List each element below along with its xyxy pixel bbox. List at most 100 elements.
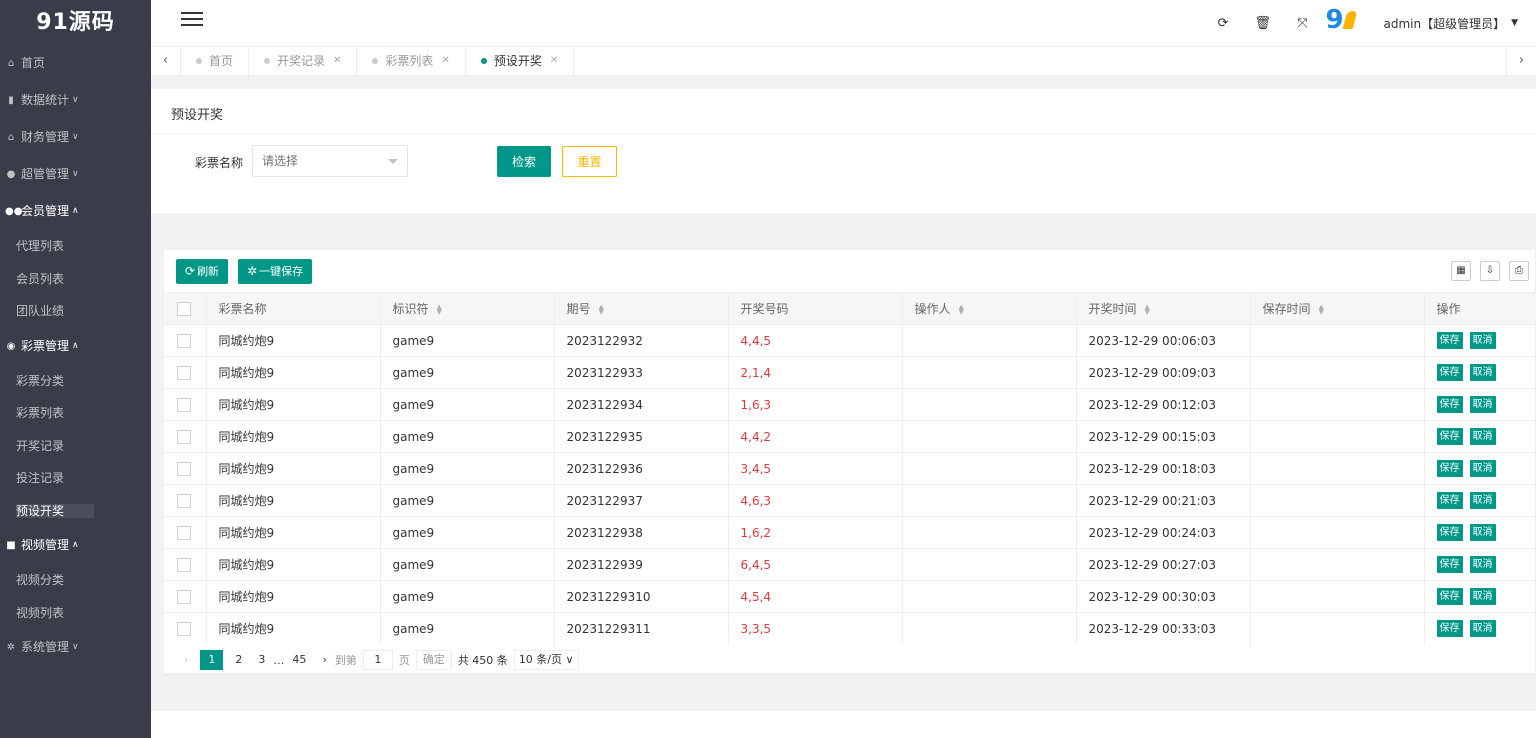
reset-button[interactable]: 重置 (562, 146, 617, 177)
sidebar-item-video-category[interactable]: 视频分类 (0, 564, 151, 597)
row-save-button[interactable]: 保存 (1436, 460, 1463, 477)
close-icon[interactable]: ✕ (333, 46, 341, 76)
row-save-button[interactable]: 保存 (1436, 588, 1463, 605)
sidebar-group-finance[interactable]: ⌂ 财务管理 ∨ (0, 119, 151, 156)
sidebar-group-stats[interactable]: ▮ 数据统计 ∨ (0, 82, 151, 119)
fullscreen-icon[interactable]: ⤧ (1297, 16, 1307, 31)
cell-issue: 2023122937 (554, 484, 729, 517)
cell-actions: 保存 取消 (1424, 420, 1536, 453)
tabs-scroll-right-icon[interactable]: › (1506, 46, 1536, 76)
next-page-icon[interactable]: › (318, 650, 330, 670)
row-checkbox[interactable] (177, 493, 191, 508)
tab-preset-draw[interactable]: 预设开奖 ✕ (466, 46, 575, 76)
columns-filter-icon[interactable]: ▦ (1451, 261, 1471, 281)
cell-actions: 保存 取消 (1424, 388, 1536, 421)
user-menu[interactable]: admin【超级管理员】 (1383, 15, 1505, 32)
trash-icon[interactable]: 🗑 (1255, 16, 1272, 31)
sidebar-item-lottery-list[interactable]: 彩票列表 (0, 397, 151, 430)
sort-icon[interactable]: ▲ ▼ (437, 303, 442, 315)
goto-label: 到第 (334, 654, 357, 667)
row-checkbox[interactable] (177, 365, 191, 380)
row-cancel-button[interactable]: 取消 (1469, 588, 1496, 605)
sort-icon[interactable]: ▲ ▼ (1319, 303, 1324, 315)
sidebar-group-lottery[interactable]: ◉ 彩票管理 ∧ (0, 328, 151, 365)
goto-page-input[interactable]: 1 (362, 650, 393, 670)
row-checkbox[interactable] (177, 589, 191, 604)
row-cancel-button[interactable]: 取消 (1469, 524, 1496, 541)
menu-toggle-icon[interactable] (181, 12, 203, 32)
row-checkbox[interactable] (177, 333, 191, 348)
cell-issue: 2023122939 (554, 548, 729, 581)
caret-down-icon[interactable]: ▼ (1511, 18, 1518, 28)
row-checkbox[interactable] (177, 397, 191, 412)
sidebar-item-home[interactable]: ⌂ 首页 (0, 45, 151, 82)
refresh-icon[interactable]: ⟳ (1218, 16, 1229, 31)
sort-icon[interactable]: ▲ ▼ (1145, 303, 1150, 315)
caret-down-icon (388, 159, 398, 164)
col-header-operator[interactable]: 操作人 ▲ ▼ (902, 292, 1077, 325)
row-save-button[interactable]: 保存 (1436, 428, 1463, 445)
tab-lottery-list[interactable]: 彩票列表 ✕ (357, 46, 466, 76)
goto-confirm-button[interactable]: 确定 (415, 650, 452, 670)
sidebar-item-draw-records[interactable]: 开奖记录 (0, 430, 151, 463)
row-cancel-button[interactable]: 取消 (1469, 620, 1496, 638)
sidebar-item-bet-records[interactable]: 投注记录 (0, 462, 151, 495)
row-checkbox[interactable] (177, 622, 191, 636)
row-save-button[interactable]: 保存 (1436, 332, 1463, 349)
row-save-button[interactable]: 保存 (1436, 492, 1463, 509)
row-cancel-button[interactable]: 取消 (1469, 460, 1496, 477)
row-checkbox[interactable] (177, 461, 191, 476)
tabs-scroll-left-icon[interactable]: ‹ (151, 46, 181, 76)
row-checkbox[interactable] (177, 525, 191, 540)
page-size-select[interactable]: 10 条/页 ∨ (513, 650, 579, 670)
tab-home[interactable]: 首页 (181, 46, 250, 76)
col-header-save-time[interactable]: 保存时间 ▲ ▼ (1250, 292, 1425, 325)
row-save-button[interactable]: 保存 (1436, 524, 1463, 541)
close-icon[interactable]: ✕ (441, 46, 449, 76)
row-save-button[interactable]: 保存 (1436, 364, 1463, 381)
cell-operator (902, 580, 1077, 613)
close-icon[interactable]: ✕ (550, 46, 558, 76)
row-save-button[interactable]: 保存 (1436, 620, 1463, 638)
sidebar-item-team[interactable]: 团队业绩 (0, 295, 151, 328)
refresh-button[interactable]: ⟳ 刷新 (176, 259, 229, 284)
export-icon[interactable]: ⇩ (1480, 261, 1500, 281)
sidebar-item-agents[interactable]: 代理列表 (0, 230, 151, 263)
sidebar-item-members[interactable]: 会员列表 (0, 263, 151, 296)
row-save-button[interactable]: 保存 (1436, 396, 1463, 413)
prev-page-icon[interactable]: ‹ (180, 650, 192, 670)
search-button[interactable]: 检索 (497, 146, 551, 177)
row-cancel-button[interactable]: 取消 (1469, 396, 1496, 413)
lottery-select[interactable]: 请选择 (252, 145, 408, 177)
sidebar-group-video[interactable]: ■ 视频管理 ∧ (0, 527, 151, 564)
sidebar-group-admin[interactable]: ● 超管管理 ∨ (0, 156, 151, 193)
page-1[interactable]: 1 (200, 650, 224, 670)
col-header-identifier[interactable]: 标识符 ▲ ▼ (380, 292, 555, 325)
row-cancel-button[interactable]: 取消 (1469, 364, 1496, 381)
col-header-issue[interactable]: 期号 ▲ ▼ (554, 292, 729, 325)
sidebar-group-system[interactable]: ✲ 系统管理 ∨ (0, 629, 151, 666)
save-all-button[interactable]: ✲ 一键保存 (238, 259, 313, 284)
row-cancel-button[interactable]: 取消 (1469, 492, 1496, 509)
page-last[interactable]: 45 (288, 650, 310, 670)
chevron-down-icon: ∨ (72, 95, 79, 105)
sidebar-item-lottery-category[interactable]: 彩票分类 (0, 365, 151, 398)
row-checkbox[interactable] (177, 557, 191, 572)
row-save-button[interactable]: 保存 (1436, 556, 1463, 573)
sidebar-item-preset-draw[interactable]: 预设开奖 (0, 495, 151, 528)
row-cancel-button[interactable]: 取消 (1469, 556, 1496, 573)
sort-icon[interactable]: ▲ ▼ (599, 303, 604, 315)
select-all-checkbox[interactable] (177, 301, 191, 316)
page-3[interactable]: 3 (254, 650, 269, 670)
row-cancel-button[interactable]: 取消 (1469, 428, 1496, 445)
sidebar-item-label: 彩票管理 (21, 338, 70, 353)
sidebar-item-video-list[interactable]: 视频列表 (0, 597, 151, 630)
print-icon[interactable]: ⎙ (1509, 261, 1529, 281)
tab-draw-records[interactable]: 开奖记录 ✕ (249, 46, 358, 76)
col-header-draw-time[interactable]: 开奖时间 ▲ ▼ (1076, 292, 1251, 325)
page-2[interactable]: 2 (231, 650, 246, 670)
row-checkbox[interactable] (177, 429, 191, 444)
row-cancel-button[interactable]: 取消 (1469, 332, 1496, 349)
sidebar-group-members[interactable]: ●● 会员管理 ∧ (0, 193, 151, 230)
sort-icon[interactable]: ▲ ▼ (959, 303, 964, 315)
